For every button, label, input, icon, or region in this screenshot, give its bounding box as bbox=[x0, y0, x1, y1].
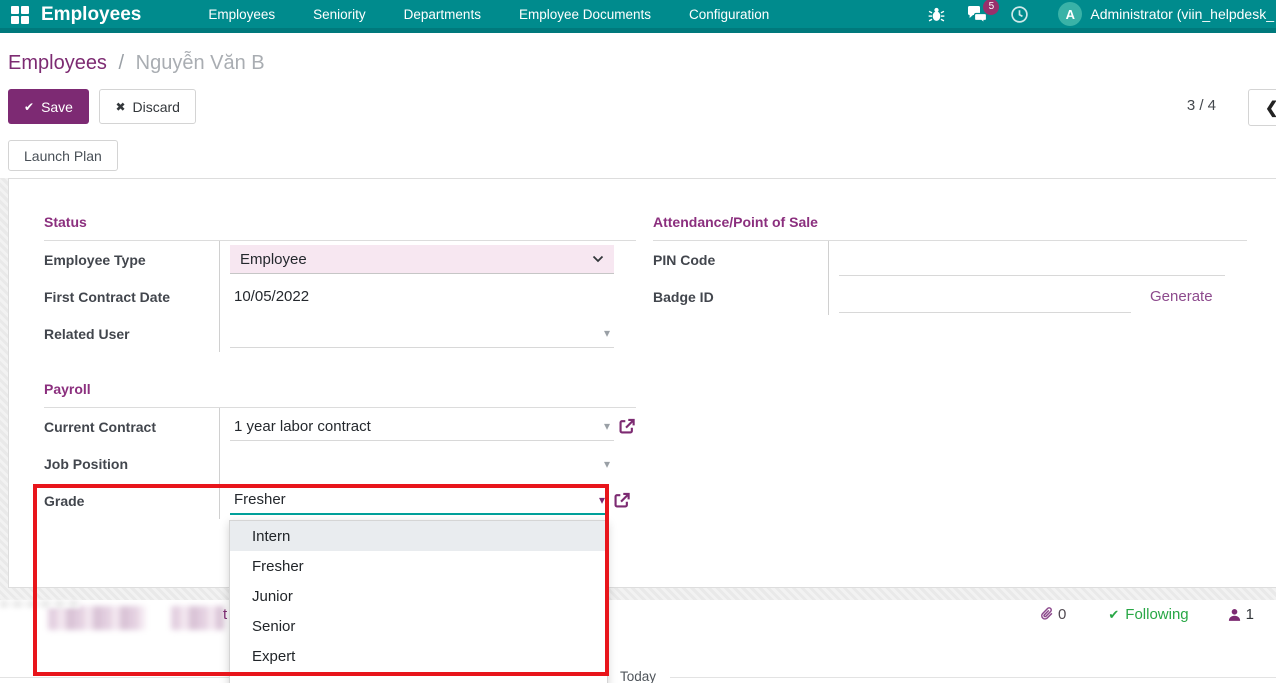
breadcrumb-current: Nguyễn Văn B bbox=[136, 52, 265, 74]
user-menu[interactable]: Administrator (viin_helpdesk_ bbox=[1090, 6, 1274, 22]
section-title-attendance: Attendance/Point of Sale bbox=[653, 214, 1247, 241]
field-label-job-position: Job Position bbox=[44, 456, 219, 472]
app-brand[interactable]: Employees bbox=[41, 4, 141, 26]
menu-item-employees[interactable]: Employees bbox=[189, 7, 294, 22]
field-label-grade: Grade bbox=[44, 493, 219, 509]
field-label-current-contract: Current Contract bbox=[44, 419, 219, 435]
chatter: t 0 ✔ Following 1 Today bbox=[0, 600, 1276, 683]
breadcrumb: Employees / Nguyễn Văn B bbox=[8, 52, 265, 75]
form-view: Status Employee Type Employee First Cont… bbox=[0, 178, 1276, 683]
first-contract-date-input[interactable]: 10/05/2022 bbox=[230, 282, 614, 311]
breadcrumb-separator: / bbox=[119, 52, 125, 74]
check-icon: ✔ bbox=[24, 100, 34, 114]
related-user-input[interactable]: ▾ bbox=[230, 319, 614, 348]
chevron-down-icon bbox=[592, 255, 604, 263]
activity-clock-icon[interactable] bbox=[1010, 5, 1029, 24]
attachments-button[interactable]: 0 bbox=[1039, 606, 1066, 623]
menu-item-seniority[interactable]: Seniority bbox=[294, 7, 385, 22]
chevron-left-icon: ❮ bbox=[1265, 98, 1276, 118]
following-label: Following bbox=[1125, 606, 1188, 623]
discard-button[interactable]: ✖ Discard bbox=[99, 89, 196, 124]
followers-button[interactable]: 1 bbox=[1227, 606, 1254, 623]
caret-down-icon[interactable]: ▾ bbox=[604, 457, 614, 471]
current-contract-value: 1 year labor contract bbox=[230, 418, 371, 435]
paperclip-icon bbox=[1039, 606, 1055, 623]
field-label-badge-id: Badge ID bbox=[653, 289, 828, 305]
save-label: Save bbox=[41, 99, 73, 115]
field-label-related-user: Related User bbox=[44, 326, 219, 342]
grade-option-senior[interactable]: Senior bbox=[230, 611, 607, 641]
chatter-link-fragment[interactable]: t bbox=[223, 606, 227, 623]
section-title-status: Status bbox=[44, 214, 636, 241]
record-pager: 3 / 4 bbox=[1187, 97, 1216, 114]
top-navbar: Employees Employees Seniority Department… bbox=[0, 0, 1276, 33]
caret-down-icon[interactable]: ▾ bbox=[604, 326, 614, 340]
pager-previous-button[interactable]: ❮ bbox=[1248, 89, 1276, 126]
save-button[interactable]: ✔ Save bbox=[8, 89, 89, 124]
app-window: Employees Employees Seniority Department… bbox=[0, 0, 1276, 683]
external-link-icon[interactable] bbox=[612, 491, 631, 510]
redacted-chatter-button[interactable] bbox=[48, 606, 145, 630]
first-contract-date-value: 10/05/2022 bbox=[230, 288, 309, 305]
person-icon bbox=[1227, 607, 1242, 623]
menu-item-departments[interactable]: Departments bbox=[385, 7, 500, 22]
menu-item-employee-documents[interactable]: Employee Documents bbox=[500, 7, 670, 22]
cross-icon: ✖ bbox=[115, 100, 125, 114]
grade-option-intern[interactable]: Intern bbox=[230, 521, 607, 551]
follower-count: 1 bbox=[1246, 606, 1254, 623]
check-icon: ✔ bbox=[1108, 607, 1119, 623]
redacted-text bbox=[0, 600, 80, 608]
caret-down-icon[interactable]: ▾ bbox=[599, 493, 609, 507]
employee-type-select[interactable]: Employee bbox=[230, 245, 614, 274]
message-count-badge: 5 bbox=[983, 0, 999, 15]
job-position-input[interactable]: ▾ bbox=[230, 449, 614, 478]
attachment-count: 0 bbox=[1058, 606, 1066, 623]
generate-badge-link[interactable]: Generate bbox=[1150, 288, 1213, 305]
section-title-payroll: Payroll bbox=[44, 381, 636, 408]
date-divider-label: Today bbox=[606, 669, 670, 683]
badge-id-input[interactable] bbox=[839, 280, 1131, 313]
pin-code-input[interactable] bbox=[839, 243, 1225, 276]
caret-down-icon[interactable]: ▾ bbox=[604, 419, 614, 433]
field-label-employee-type: Employee Type bbox=[44, 252, 219, 268]
grade-input[interactable]: Fresher ▾ bbox=[230, 486, 609, 515]
following-button[interactable]: ✔ Following bbox=[1108, 606, 1188, 623]
form-sheet: Status Employee Type Employee First Cont… bbox=[8, 178, 1276, 588]
grade-option-junior[interactable]: Junior bbox=[230, 581, 607, 611]
grade-option-fresher[interactable]: Fresher bbox=[230, 551, 607, 581]
field-label-pin-code: PIN Code bbox=[653, 252, 828, 268]
user-avatar[interactable]: A bbox=[1058, 2, 1082, 26]
discard-label: Discard bbox=[133, 99, 180, 115]
grade-option-expert[interactable]: Expert bbox=[230, 641, 607, 671]
grade-dropdown-menu: Intern Fresher Junior Senior Expert bbox=[229, 520, 608, 683]
field-label-first-contract-date: First Contract Date bbox=[44, 289, 219, 305]
messages-icon[interactable]: 5 bbox=[967, 5, 988, 23]
grade-value: Fresher bbox=[230, 491, 286, 508]
current-contract-input[interactable]: 1 year labor contract ▾ bbox=[230, 412, 614, 441]
menu-item-configuration[interactable]: Configuration bbox=[670, 7, 788, 22]
external-link-icon[interactable] bbox=[617, 417, 636, 436]
breadcrumb-parent[interactable]: Employees bbox=[8, 52, 107, 74]
employee-type-value: Employee bbox=[230, 251, 307, 268]
redacted-chatter-button[interactable] bbox=[171, 606, 224, 630]
launch-plan-button[interactable]: Launch Plan bbox=[8, 140, 118, 171]
apps-grid-icon[interactable] bbox=[11, 6, 29, 24]
bug-icon[interactable] bbox=[928, 6, 945, 23]
